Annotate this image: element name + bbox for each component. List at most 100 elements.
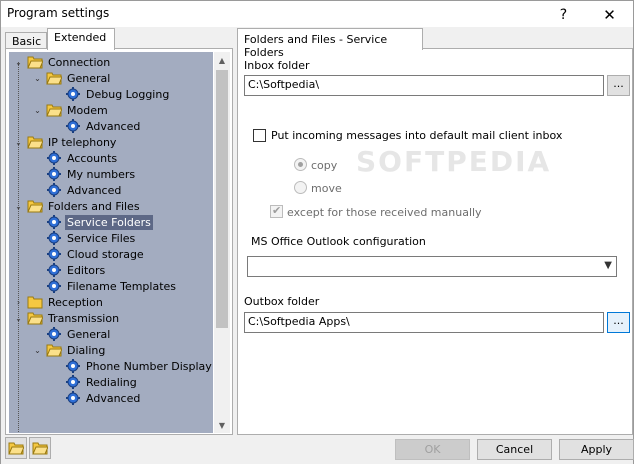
gear-icon: [47, 215, 61, 229]
tree-item-label: Service Files: [67, 231, 136, 245]
chevron-down-icon[interactable]: ⌄: [33, 74, 42, 83]
settings-tree[interactable]: ⌄ Connection ⌄ General Debug Logging ⌄ Modem Ad…: [9, 52, 213, 433]
tree-item[interactable]: ⌄ Folders and Files: [14, 198, 142, 214]
except-manual-checkbox[interactable]: ✔: [270, 204, 283, 218]
chevron-down-icon[interactable]: ⌄: [14, 202, 23, 211]
tree-item-label: General: [67, 327, 111, 341]
tree-item-label: Redialing: [86, 375, 137, 389]
tree-item[interactable]: ⌄ Transmission: [14, 310, 121, 326]
tree-item[interactable]: Debug Logging: [52, 86, 171, 102]
tree-item[interactable]: › Reception: [14, 294, 105, 310]
chevron-down-icon[interactable]: ⌄: [33, 106, 42, 115]
tree-item[interactable]: Advanced: [52, 390, 142, 406]
tree-item[interactable]: Filename Templates: [33, 278, 178, 294]
tree-item[interactable]: Cloud storage: [33, 246, 146, 262]
ok-button[interactable]: OK: [395, 439, 470, 460]
folder-open-icon: [27, 200, 43, 213]
move-label: move: [311, 182, 342, 195]
tree-item[interactable]: ⌄ IP telephony: [14, 134, 118, 150]
tree-item[interactable]: Phone Number Display: [52, 358, 213, 374]
tree-item[interactable]: ⌄ Modem: [33, 102, 110, 118]
inbox-label: Inbox folder: [244, 59, 310, 72]
tree-item-label: Modem: [67, 103, 108, 117]
tree-item-label: General: [67, 71, 111, 85]
gear-icon: [47, 231, 61, 245]
outlook-combo[interactable]: ▼: [247, 256, 617, 277]
watermark: SOFTPEDIA: [356, 145, 552, 178]
folder-button-2[interactable]: [29, 437, 51, 459]
dialog-body: Basic Extended ⌄ Connection ⌄ General Debug …: [0, 27, 634, 464]
outbox-label: Outbox folder: [244, 295, 320, 308]
tree-item-label: Advanced: [67, 183, 122, 197]
tree-item-label: Connection: [48, 55, 111, 69]
tree-item[interactable]: ⌄ Connection: [14, 54, 112, 70]
gear-icon: [47, 327, 61, 341]
put-incoming-checkbox[interactable]: [253, 129, 266, 142]
scroll-down-icon[interactable]: ▼: [214, 417, 230, 433]
tree-item[interactable]: ⌄ General: [33, 70, 112, 86]
tree-item[interactable]: General: [33, 326, 112, 342]
window-title: Program settings: [7, 6, 110, 20]
copy-label: copy: [311, 159, 338, 172]
tree-scrollbar[interactable]: ▲ ▼: [214, 52, 230, 433]
tree-item-label: My numbers: [67, 167, 136, 181]
help-button[interactable]: ?: [541, 1, 586, 28]
gear-icon: [47, 279, 61, 293]
chevron-down-icon[interactable]: ⌄: [33, 346, 42, 355]
tree-item-label: Advanced: [86, 391, 141, 405]
outbox-field[interactable]: C:\Softpedia Apps\: [244, 312, 604, 333]
tree-item-label: Debug Logging: [86, 87, 170, 101]
tree-item[interactable]: Service Folders: [33, 214, 153, 230]
tree-item[interactable]: Redialing: [52, 374, 139, 390]
tree-item[interactable]: Advanced: [52, 118, 142, 134]
folder-icon: [27, 296, 43, 309]
chevron-down-icon[interactable]: ⌄: [14, 58, 23, 67]
tree-item-label: Service Folders: [65, 214, 153, 230]
apply-button[interactable]: Apply: [559, 439, 634, 460]
folder-open-icon: [27, 136, 43, 149]
gear-icon: [66, 391, 80, 405]
chevron-down-icon[interactable]: ⌄: [14, 314, 23, 323]
chevron-down-icon[interactable]: ⌄: [14, 138, 23, 147]
tab-service-folders[interactable]: Folders and Files - Service Folders: [237, 28, 423, 59]
tree-panel: ⌄ Connection ⌄ General Debug Logging ⌄ Modem Ad…: [5, 48, 233, 435]
gear-icon: [47, 151, 61, 165]
tree-item[interactable]: Editors: [33, 262, 107, 278]
tree-item-label: Dialing: [67, 343, 106, 357]
tree-item[interactable]: Advanced: [33, 182, 123, 198]
move-radio[interactable]: [294, 181, 307, 194]
cancel-button[interactable]: Cancel: [477, 439, 552, 460]
tree-item[interactable]: My numbers: [33, 166, 137, 182]
folder-open-icon: [46, 344, 62, 357]
checkmark-icon: ✔: [272, 204, 282, 217]
tree-item[interactable]: Service Files: [33, 230, 137, 246]
tab-extended[interactable]: Extended: [47, 28, 115, 50]
scroll-up-icon[interactable]: ▲: [214, 52, 230, 68]
chevron-right-icon[interactable]: ›: [14, 298, 23, 307]
outbox-browse-button[interactable]: ...: [607, 312, 630, 333]
tab-basic[interactable]: Basic: [5, 32, 47, 49]
tree-item[interactable]: Accounts: [33, 150, 119, 166]
inbox-browse-button[interactable]: ...: [607, 75, 630, 96]
close-button[interactable]: ✕: [587, 1, 632, 28]
folder-button-1[interactable]: [5, 437, 27, 459]
folder-open-icon: [46, 72, 62, 85]
gear-icon: [66, 119, 80, 133]
scroll-thumb[interactable]: [216, 70, 228, 328]
inbox-field[interactable]: C:\Softpedia\: [244, 75, 604, 96]
tree-item-label: Reception: [48, 295, 103, 309]
tree-item-label: IP telephony: [48, 135, 117, 149]
tree-item[interactable]: ⌄ Dialing: [33, 342, 107, 358]
copy-radio[interactable]: [294, 158, 307, 171]
folder-open-icon: [8, 442, 24, 455]
chevron-down-icon: ▼: [604, 260, 612, 271]
